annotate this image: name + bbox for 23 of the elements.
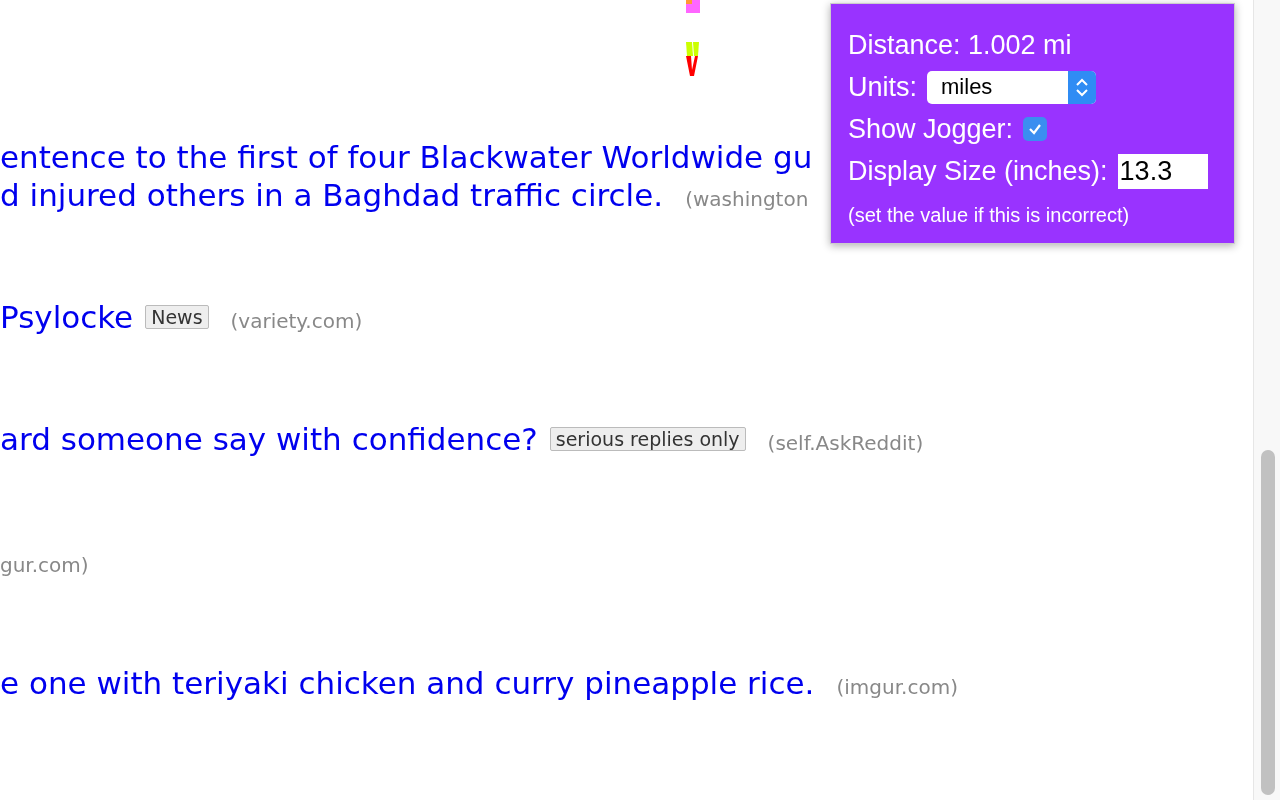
updown-arrows-icon — [1068, 70, 1097, 104]
domain-label[interactable]: (washington — [685, 187, 809, 211]
domain-label[interactable]: (self.AskReddit) — [767, 431, 924, 455]
display-size-field[interactable]: 13.3 — [1117, 153, 1208, 189]
scrollbar[interactable] — [1254, 0, 1280, 800]
domain-label[interactable]: gur.com) — [0, 553, 89, 577]
jogger-label: Show Jogger: — [848, 113, 1014, 146]
display-size-label: Display Size (inches): — [848, 155, 1108, 188]
domain-label[interactable]: (variety.com) — [230, 309, 363, 333]
units-label: Units: — [848, 71, 918, 104]
jogger-checkbox[interactable] — [1023, 117, 1048, 141]
headline-link[interactable]: ard someone say with confidence? — [0, 421, 538, 457]
headline-link[interactable]: Psylocke — [0, 299, 134, 335]
scrollbar-thumb[interactable] — [1261, 450, 1275, 795]
headline-link[interactable]: e one with teriyaki chicken and curry pineapple rice. — [0, 665, 815, 701]
hint-text: (set the value if this is incorrect) — [848, 203, 1130, 228]
units-select[interactable]: miles — [927, 70, 1097, 104]
headline-link[interactable]: entence to the first of four Blackwater Worldwide gu — [0, 139, 813, 175]
headline-link[interactable]: d injured others in a Baghdad traffic circle. — [0, 177, 664, 213]
flair-tag: News — [145, 305, 209, 329]
flair-tag: serious replies only — [549, 427, 746, 451]
domain-label[interactable]: (imgur.com) — [836, 675, 958, 699]
distance-text: Distance: 1.002 mi — [848, 29, 1072, 62]
